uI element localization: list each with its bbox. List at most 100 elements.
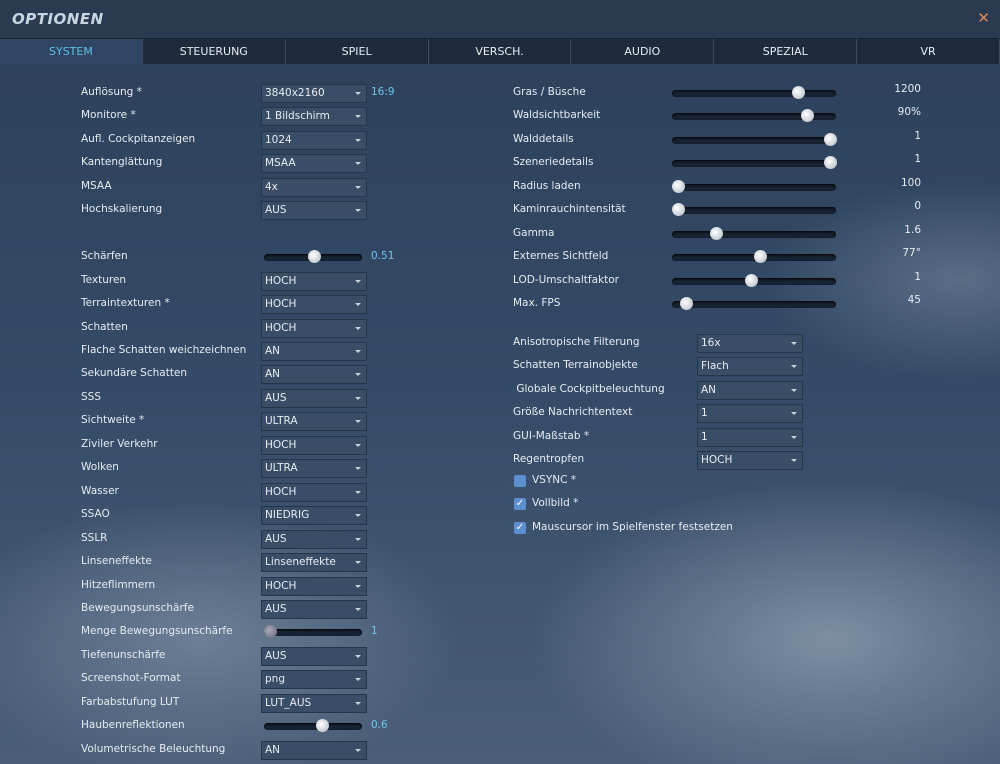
externes-sichtfeld-slider[interactable] xyxy=(672,250,836,263)
farbabstufung-lut-dropdown[interactable]: LUT_AUS xyxy=(261,694,367,713)
gr-e-nachrichtentext-dropdown[interactable]: 1 xyxy=(697,404,803,423)
anisotropische-filterung-dropdown-value: 16x xyxy=(701,337,721,349)
slider-handle[interactable] xyxy=(824,133,837,146)
szeneriedetails-slider[interactable] xyxy=(672,156,837,169)
gamma-slider[interactable] xyxy=(672,227,836,240)
radius-laden-slider[interactable] xyxy=(672,180,836,193)
ssao-dropdown[interactable]: NIEDRIG xyxy=(261,506,367,525)
waldsichtbarkeit-slider[interactable] xyxy=(672,109,836,122)
menge-bewegungsunsch-rfe-value: 1 xyxy=(371,625,378,637)
slider-handle[interactable] xyxy=(672,180,685,193)
max-fps-slider[interactable] xyxy=(672,297,836,310)
option-label: Schatten xyxy=(81,321,128,333)
slider-handle[interactable] xyxy=(315,719,329,732)
sch-rfen-slider[interactable] xyxy=(264,250,362,263)
texturen-dropdown-value: HOCH xyxy=(265,275,297,287)
option-label: Wolken xyxy=(81,461,119,473)
kantengl-ttung-dropdown[interactable]: MSAA xyxy=(261,154,367,173)
max-fps-value: 45 xyxy=(907,294,921,306)
monitore-dropdown[interactable]: 1 Bildschirm xyxy=(261,107,367,126)
lod-umschaltfaktor-value: 1 xyxy=(914,271,921,283)
vsync-label: VSYNC * xyxy=(532,474,577,486)
walddetails-slider[interactable] xyxy=(672,133,837,146)
sekund-re-schatten-dropdown[interactable]: AN xyxy=(261,365,367,384)
tab-audio[interactable]: AUDIO xyxy=(571,39,715,64)
regentropfen-dropdown[interactable]: HOCH xyxy=(697,451,803,470)
globale-cockpitbeleuchtung-dropdown-value: AN xyxy=(701,384,717,396)
globale-cockpitbeleuchtung-dropdown[interactable]: AN xyxy=(697,381,803,400)
chevron-down-icon xyxy=(355,420,361,423)
tiefenunsch-rfe-dropdown[interactable]: AUS xyxy=(261,647,367,666)
close-icon[interactable]: ✕ xyxy=(977,9,990,27)
option-label: Sekundäre Schatten xyxy=(81,367,188,379)
kaminrauchintensit-t-value: 0 xyxy=(914,200,921,212)
tab-system[interactable]: SYSTEM xyxy=(0,39,143,64)
chevron-down-icon xyxy=(791,436,797,439)
screenshot-format-dropdown[interactable]: png xyxy=(261,670,367,689)
slider-handle[interactable] xyxy=(264,625,277,638)
chevron-down-icon xyxy=(355,115,361,118)
chevron-down-icon xyxy=(355,209,361,212)
slider-handle[interactable] xyxy=(792,86,806,99)
option-label: Waldsichtbarkeit xyxy=(513,109,601,121)
chevron-down-icon xyxy=(791,412,797,415)
vsync-checkbox[interactable] xyxy=(514,475,526,487)
tab-versch[interactable]: VERSCH. xyxy=(429,39,572,64)
chevron-down-icon xyxy=(355,186,361,189)
chevron-down-icon xyxy=(791,389,797,392)
sslr-dropdown[interactable]: AUS xyxy=(261,530,367,549)
schatten-dropdown[interactable]: HOCH xyxy=(261,319,367,338)
flache-schatten-weichzeichnen-dropdown[interactable]: AN xyxy=(261,342,367,361)
linseneffekte-dropdown-value: Linseneffekte xyxy=(265,556,336,568)
msaa-dropdown-value: 4x xyxy=(265,181,278,193)
slider-handle[interactable] xyxy=(679,297,693,310)
slider-handle[interactable] xyxy=(754,250,768,263)
sss-dropdown[interactable]: AUS xyxy=(261,389,367,408)
gras-b-sche-slider[interactable] xyxy=(672,86,836,99)
option-label: Menge Bewegungsunschärfe xyxy=(81,625,233,637)
aufl-cockpitanzeigen-dropdown[interactable]: 1024 xyxy=(261,131,367,150)
sichtweite-dropdown[interactable]: ULTRA xyxy=(261,412,367,431)
slider-handle[interactable] xyxy=(672,203,685,216)
mauscursor-im-spielfenster-festsetzen-checkbox[interactable]: ✓ xyxy=(514,522,526,534)
sss-dropdown-value: AUS xyxy=(265,392,287,404)
anisotropische-filterung-dropdown[interactable]: 16x xyxy=(697,334,803,353)
vollbild-checkbox[interactable]: ✓ xyxy=(514,498,526,510)
hochskalierung-dropdown[interactable]: AUS xyxy=(261,201,367,220)
kaminrauchintensit-t-slider[interactable] xyxy=(672,203,836,216)
menge-bewegungsunsch-rfe-slider[interactable] xyxy=(264,625,362,638)
wolken-dropdown[interactable]: ULTRA xyxy=(261,459,367,478)
lod-umschaltfaktor-slider[interactable] xyxy=(672,274,836,287)
haubenreflektionen-slider[interactable] xyxy=(264,719,362,732)
tab-spezial[interactable]: SPEZIAL xyxy=(714,39,858,64)
slider-handle[interactable] xyxy=(307,250,321,263)
terraintexturen-dropdown[interactable]: HOCH xyxy=(261,295,367,314)
chevron-down-icon xyxy=(791,342,797,345)
option-label: Sichtweite * xyxy=(81,414,145,426)
slider-handle[interactable] xyxy=(744,274,758,287)
tab-steuerung[interactable]: STEUERUNG xyxy=(143,39,286,64)
bewegungsunsch-rfe-dropdown[interactable]: AUS xyxy=(261,600,367,619)
option-label: Linseneffekte xyxy=(81,555,152,567)
volumetrische-beleuchtung-dropdown[interactable]: AN xyxy=(261,741,367,760)
chevron-down-icon xyxy=(355,350,361,353)
schatten-terrainobjekte-dropdown[interactable]: Flach xyxy=(697,357,803,376)
chevron-down-icon xyxy=(355,585,361,588)
option-label: Terraintexturen * xyxy=(81,297,170,309)
ziviler-verkehr-dropdown[interactable]: HOCH xyxy=(261,436,367,455)
regentropfen-dropdown-value: HOCH xyxy=(701,454,733,466)
wasser-dropdown[interactable]: HOCH xyxy=(261,483,367,502)
msaa-dropdown[interactable]: 4x xyxy=(261,178,367,197)
gui-ma-stab-dropdown[interactable]: 1 xyxy=(697,428,803,447)
slider-handle[interactable] xyxy=(801,109,815,122)
slider-handle[interactable] xyxy=(710,227,723,240)
texturen-dropdown[interactable]: HOCH xyxy=(261,272,367,291)
tab-spiel[interactable]: SPIEL xyxy=(286,39,429,64)
radius-laden-value: 100 xyxy=(900,177,921,189)
slider-handle[interactable] xyxy=(824,156,837,169)
tab-vr[interactable]: VR xyxy=(857,39,1000,64)
hitzeflimmern-dropdown[interactable]: HOCH xyxy=(261,577,367,596)
aufl-sung-dropdown[interactable]: 3840x2160 xyxy=(261,84,367,103)
linseneffekte-dropdown[interactable]: Linseneffekte xyxy=(261,553,367,572)
walddetails-value: 1 xyxy=(914,130,921,142)
